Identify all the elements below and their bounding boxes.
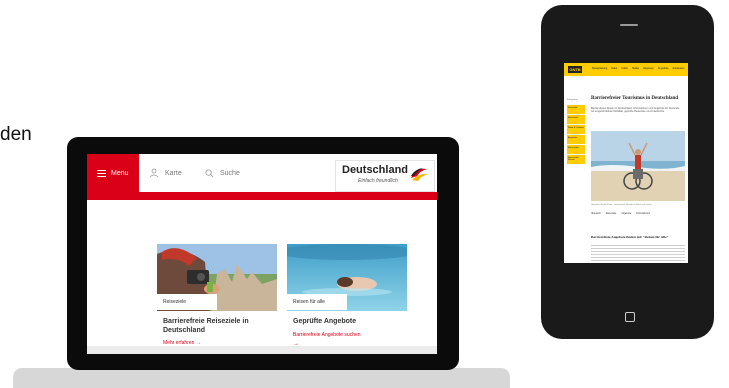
- card-title: Geprüfte Angebote: [293, 318, 357, 325]
- nav-item[interactable]: Entdecken: [673, 67, 685, 70]
- tablet-logo[interactable]: GNTB: [568, 66, 582, 73]
- search-icon: [205, 168, 214, 177]
- tablet-nav: Reiseplanung Natur Kultur Städte Regione…: [592, 67, 684, 70]
- nav-item[interactable]: Natur: [611, 67, 617, 70]
- logo-subtitle: Einfach freundlich: [358, 178, 398, 184]
- card-tag: Reiseziele: [157, 294, 217, 310]
- search-label: Suche: [220, 169, 240, 177]
- tab-item[interactable]: Informationen: [636, 213, 650, 215]
- nav-item[interactable]: Regionen: [643, 67, 654, 70]
- sidebar-item[interactable]: Reiseziele: [567, 115, 585, 124]
- tab-item[interactable]: Reiseziele: [606, 213, 617, 215]
- sidebar-item[interactable]: Startseite: [567, 105, 585, 114]
- nav-item[interactable]: Kultur: [621, 67, 628, 70]
- tablet-device: GNTB Reiseplanung Natur Kultur Städte Re…: [541, 5, 714, 339]
- site-logo[interactable]: Deutschland Einfach freundlich: [335, 160, 435, 192]
- tablet-text-lines: [591, 245, 685, 263]
- map-link[interactable]: Karte: [149, 154, 182, 192]
- tablet-subheading: Barrierefreie Angebote finden mit "Reise…: [591, 235, 669, 239]
- menu-button[interactable]: Menu: [87, 154, 139, 192]
- map-label: Karte: [165, 169, 182, 177]
- sidebar-item[interactable]: Barrierefrei Reisen: [567, 155, 585, 164]
- tablet-photo-caption: Genießen Sie die Küste – barrierefreie S…: [591, 204, 652, 206]
- hamburger-icon: [97, 168, 106, 179]
- tablet-site-header: GNTB Reiseplanung Natur Kultur Städte Re…: [564, 63, 688, 76]
- tablet-beach-photo: [591, 131, 685, 201]
- menu-label: Menu: [111, 169, 129, 177]
- tablet-intro-text: Barrierefreies Reisen in Deutschland: In…: [591, 107, 680, 114]
- card-tag: Reisen für alle: [287, 294, 347, 310]
- sidebar-item[interactable]: Natur & Outdoor: [567, 125, 585, 134]
- logo-swoosh-icon: [411, 168, 428, 181]
- speaker-icon: [620, 24, 638, 26]
- tab-item[interactable]: Übersicht: [591, 213, 601, 215]
- home-button[interactable]: [625, 312, 635, 322]
- logo-title: Deutschland: [342, 164, 409, 176]
- card-link[interactable]: Barrierefreie Angebote suchen: [293, 332, 361, 338]
- tablet-screen: GNTB Reiseplanung Natur Kultur Städte Re…: [564, 63, 688, 263]
- site-header: Menu Karte Suche Deutschland Einfach fre…: [87, 154, 437, 192]
- header-red-bar: [87, 192, 437, 200]
- laptop-base: [13, 368, 510, 388]
- nav-item[interactable]: Angebote: [658, 67, 669, 70]
- laptop-screen: Menu Karte Suche Deutschland Einfach fre…: [87, 154, 437, 354]
- caption-fragment: den: [0, 124, 32, 145]
- tab-item[interactable]: Angebote: [621, 213, 631, 215]
- nav-item[interactable]: Städte: [632, 67, 639, 70]
- sidebar-item[interactable]: Barrierefrei: [567, 145, 585, 154]
- sidebar-item[interactable]: Angebote: [567, 135, 585, 144]
- nav-item[interactable]: Reiseplanung: [592, 67, 607, 70]
- tablet-sidebar: Kategorien Startseite Reiseziele Natur &…: [567, 99, 585, 165]
- card-title: Barrierefreie Reiseziele in Deutschland: [163, 318, 249, 334]
- sidebar-heading: Kategorien: [567, 99, 578, 101]
- person-icon: [149, 168, 159, 178]
- tablet-tabs: Übersicht Reiseziele Angebote Informatio…: [591, 213, 650, 215]
- laptop-device: Menu Karte Suche Deutschland Einfach fre…: [67, 137, 459, 370]
- tablet-page-title: Barrierefreier Tourismus in Deutschland: [591, 96, 679, 101]
- page-bottom-band: [87, 346, 437, 354]
- search-link[interactable]: Suche: [205, 154, 240, 192]
